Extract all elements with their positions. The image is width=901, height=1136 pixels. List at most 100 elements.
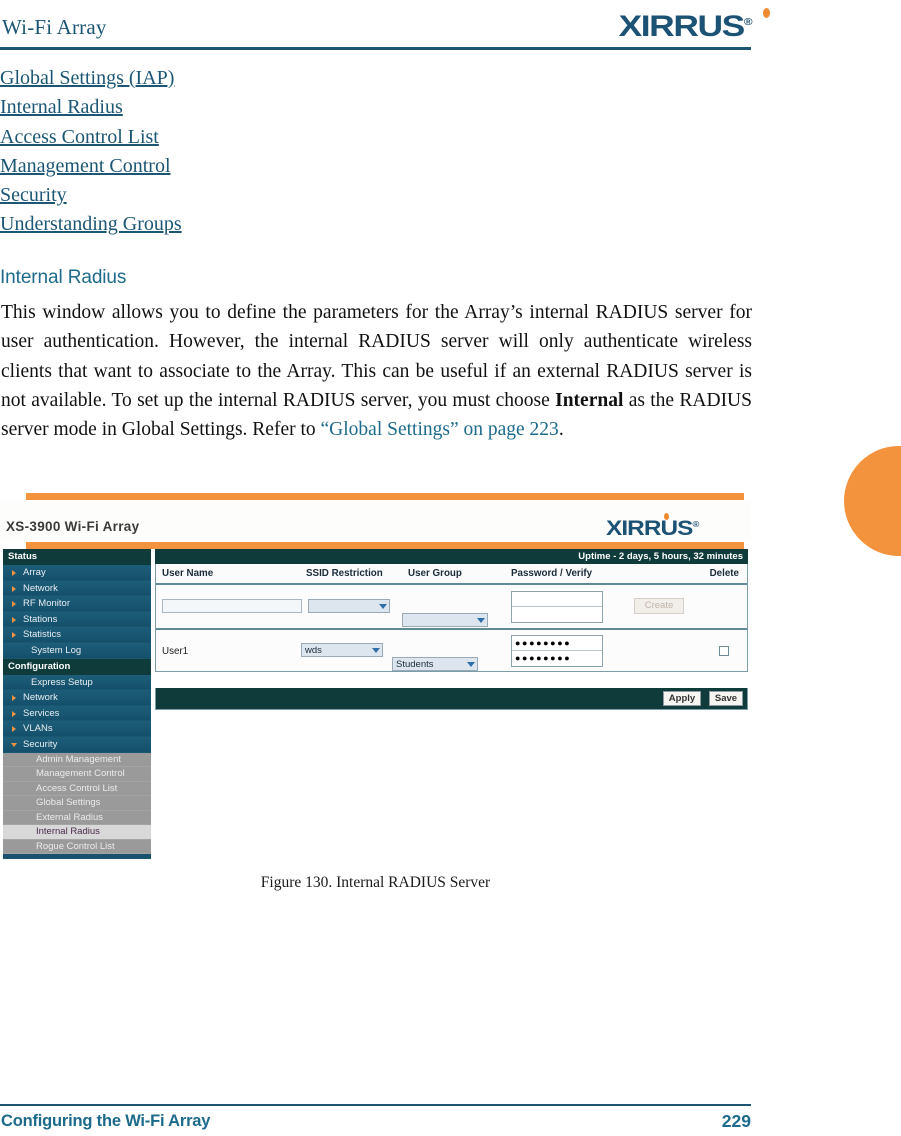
- toc-link-internal-radius[interactable]: Internal Radius: [0, 93, 600, 122]
- sidebar-subitem-internal-radius[interactable]: Internal Radius: [3, 825, 151, 840]
- sidebar-item-label: System Log: [31, 644, 82, 656]
- xirrus-logo-dot-icon: [763, 8, 770, 18]
- column-header-ssid-restriction: SSID Restriction: [306, 568, 383, 579]
- figure-top-accent-bar: [26, 493, 744, 500]
- sidebar-item-security[interactable]: Security: [3, 736, 151, 753]
- chevron-down-icon: [372, 648, 380, 653]
- chevron-right-icon: [12, 570, 16, 576]
- row-user-group-select[interactable]: Students: [392, 657, 478, 671]
- toc-link-security[interactable]: Security: [0, 181, 600, 210]
- section-body-paragraph: This window allows you to define the par…: [1, 298, 752, 444]
- figure-app-title: XS-3900 Wi-Fi Array: [6, 519, 140, 534]
- cross-reference-link[interactable]: “Global Settings” on page 223: [321, 419, 559, 440]
- sidebar-item-network-status[interactable]: Network: [3, 580, 151, 597]
- figure-registered-mark: ®: [692, 520, 699, 529]
- row-verify-input[interactable]: ●●●●●●●●: [512, 651, 602, 666]
- chevron-down-icon: [467, 662, 475, 667]
- column-header-user-name: User Name: [162, 568, 214, 579]
- footer-divider: [0, 1104, 751, 1106]
- sidebar-item-express-setup[interactable]: Express Setup: [3, 674, 151, 691]
- xirrus-logo: XIRRUS®: [619, 10, 753, 44]
- row-password-input[interactable]: ●●●●●●●●: [512, 636, 602, 651]
- sidebar-item-label: RF Monitor: [23, 598, 70, 610]
- chevron-right-icon: [12, 726, 16, 733]
- section-heading: Internal Radius: [0, 267, 127, 288]
- sidebar-item-label: VLANs: [23, 723, 53, 735]
- chevron-down-icon: [379, 604, 387, 609]
- sidebar-item-services[interactable]: Services: [3, 705, 151, 722]
- toc-link-understanding-groups[interactable]: Understanding Groups: [0, 210, 600, 239]
- column-header-password-verify: Password / Verify: [511, 568, 593, 579]
- sidebar-item-label: Array: [23, 567, 46, 578]
- chevron-right-icon: [12, 632, 16, 639]
- column-header-delete: Delete: [709, 568, 739, 579]
- sidebar-item-rf-monitor[interactable]: RF Monitor: [3, 596, 151, 612]
- new-password-input[interactable]: [512, 592, 602, 607]
- row-user-group-value: Students: [396, 659, 434, 670]
- xirrus-logo-text: XIRRUS: [619, 10, 746, 43]
- chevron-right-icon: [12, 585, 16, 592]
- internal-radius-user-table: User Name SSID Restriction User Group Pa…: [155, 564, 748, 672]
- sidebar-item-system-log[interactable]: System Log: [3, 642, 151, 659]
- chevron-right-icon: [12, 616, 16, 623]
- chevron-down-icon: [477, 618, 485, 623]
- sidebar-item-label: Services: [23, 707, 60, 719]
- row-user-name: User1: [162, 646, 189, 657]
- new-user-group-select[interactable]: [402, 613, 488, 627]
- page-header: Wi-Fi Array XIRRUS®: [0, 0, 901, 52]
- column-header-user-group: User Group: [408, 568, 462, 579]
- sidebar-subitem-management-control[interactable]: Management Control: [3, 767, 151, 782]
- new-password-verify-group: [511, 591, 603, 623]
- row-password-verify-group: ●●●●●●●● ●●●●●●●●: [511, 635, 603, 667]
- row-delete-checkbox[interactable]: [719, 646, 729, 656]
- save-button[interactable]: Save: [709, 691, 743, 706]
- apply-button[interactable]: Apply: [663, 691, 701, 706]
- sidebar-item-array[interactable]: Array: [3, 565, 151, 581]
- sidebar-subitem-access-control-list[interactable]: Access Control List: [3, 781, 151, 797]
- toc-link-global-settings-iap[interactable]: Global Settings (IAP): [0, 64, 600, 93]
- sidebar-subitem-admin-management[interactable]: Admin Management: [3, 752, 151, 768]
- registered-mark: ®: [744, 17, 753, 28]
- sidebar-item-label: Security: [23, 738, 58, 750]
- sidebar-item-label: Statistics: [23, 629, 62, 641]
- toc-link-management-control[interactable]: Management Control: [0, 152, 600, 181]
- page-edge-tab: [844, 446, 901, 556]
- sidebar-item-label: Stations: [23, 613, 58, 625]
- chevron-down-icon: [11, 742, 17, 747]
- row-ssid-restriction-value: wds: [305, 645, 322, 656]
- sidebar-item-statistics[interactable]: Statistics: [3, 627, 151, 643]
- app-sidebar-nav: Status Array Network RF Monitor Stations…: [3, 549, 151, 859]
- toc-link-access-control-list[interactable]: Access Control List: [0, 123, 600, 152]
- sidebar-item-vlans[interactable]: VLANs: [3, 721, 151, 737]
- footer-chapter-title: Configuring the Wi-Fi Array: [1, 1112, 211, 1130]
- sidebar-subitem-external-radius[interactable]: External Radius: [3, 810, 151, 826]
- new-user-name-input[interactable]: [162, 599, 302, 613]
- figure-internal-radius-server: XS-3900 Wi-Fi Array XIRRUS® Status Array…: [0, 493, 751, 863]
- new-ssid-restriction-select[interactable]: [308, 599, 390, 613]
- sidebar-item-stations[interactable]: Stations: [3, 611, 151, 628]
- panel-action-bar: Apply Save: [155, 688, 748, 710]
- paragraph-bold-term: Internal: [555, 389, 624, 411]
- create-button[interactable]: Create: [634, 598, 684, 614]
- sidebar-item-label: Express Setup: [31, 676, 93, 688]
- row-ssid-restriction-select[interactable]: wds: [301, 643, 383, 657]
- new-verify-input[interactable]: [512, 607, 602, 622]
- figure-xirrus-logo: XIRRUS®: [606, 517, 699, 541]
- table-row: User1 wds Students ●●●●●●●● ●●●●●●●●: [156, 630, 747, 671]
- document-title: Wi-Fi Array: [2, 15, 107, 39]
- header-divider: [0, 47, 751, 50]
- uptime-status-bar: Uptime - 2 days, 5 hours, 32 minutes: [155, 549, 748, 564]
- figure-xirrus-logo-text: XIRRUS: [606, 517, 693, 540]
- table-header-row: User Name SSID Restriction User Group Pa…: [156, 564, 747, 585]
- figure-caption: Figure 130. Internal RADIUS Server: [260, 874, 491, 891]
- sidebar-subitem-rogue-control-list[interactable]: Rogue Control List: [3, 839, 151, 855]
- chevron-right-icon: [12, 695, 16, 702]
- app-main-panel: Uptime - 2 days, 5 hours, 32 minutes Use…: [155, 549, 748, 859]
- sidebar-group-status: Status: [3, 549, 151, 565]
- sidebar-subitem-global-settings[interactable]: Global Settings: [3, 796, 151, 811]
- chevron-right-icon: [12, 710, 16, 717]
- chevron-right-icon: [12, 601, 16, 608]
- sidebar-item-label: Network: [23, 692, 58, 704]
- sidebar-item-network-config[interactable]: Network: [3, 690, 151, 706]
- paragraph-text-part-3: .: [558, 419, 564, 441]
